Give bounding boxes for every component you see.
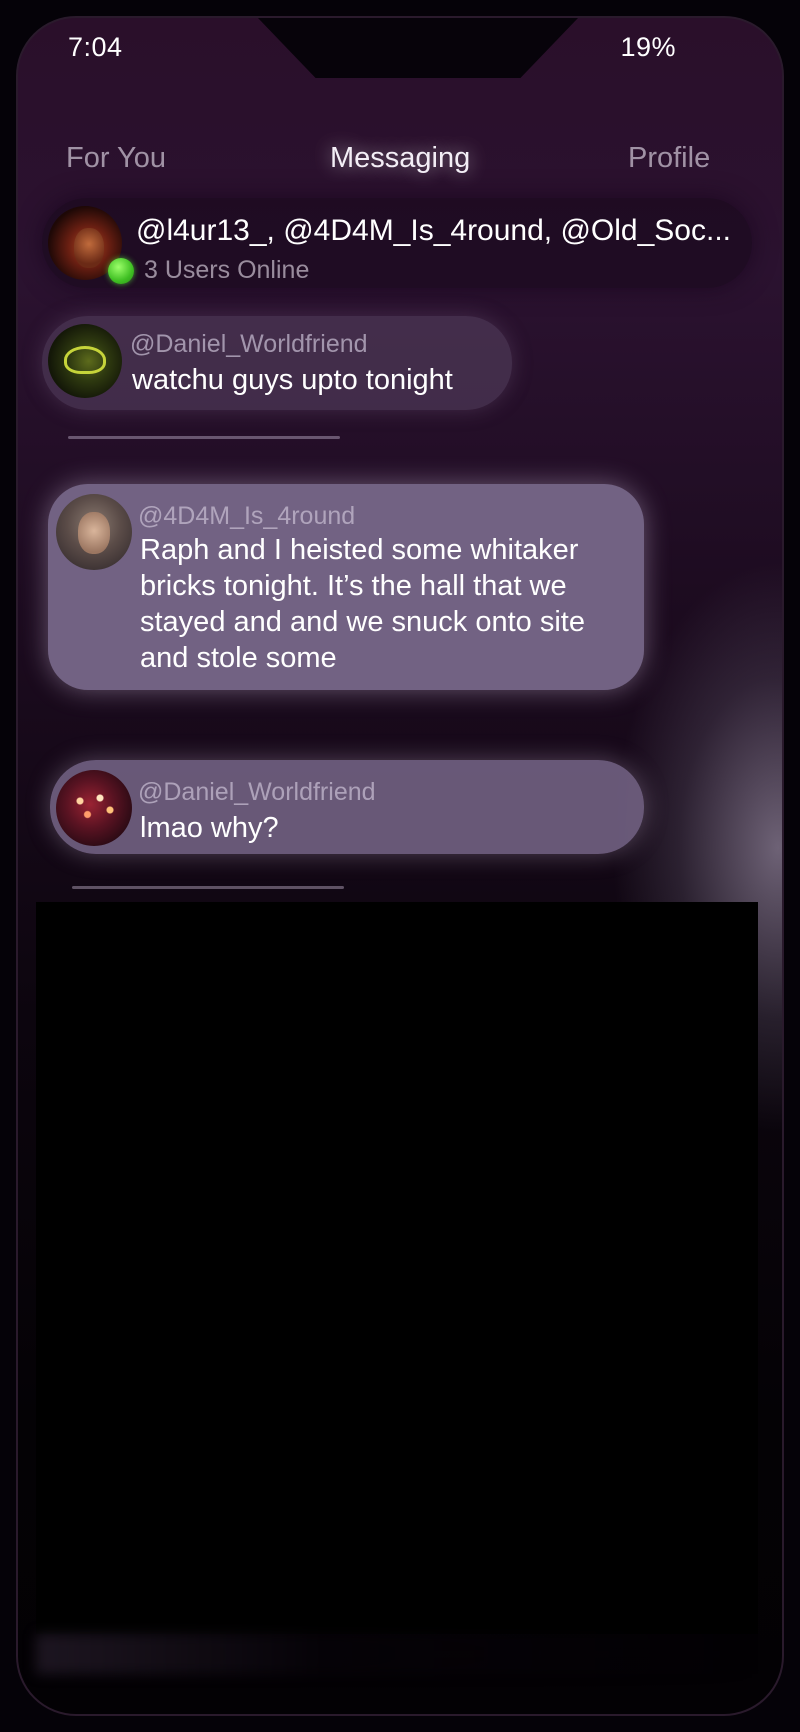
app-screen: 7:04 19% For You Messaging Profile @l4ur… [16,16,784,1716]
message-divider [72,886,344,889]
message-text: Raph and I heisted some whitaker bricks … [140,534,585,674]
message-divider [68,436,340,439]
message-text: lmao why? [140,812,279,844]
message-text: watchu guys upto tonight [132,364,453,396]
avatar-face [78,512,110,554]
status-battery: 19% [620,32,676,62]
message-sender-handle[interactable]: @4D4M_Is_4round [138,502,355,531]
tab-for-you[interactable]: For You [66,142,166,175]
avatar-emblem [64,346,106,374]
sender-avatar[interactable] [56,770,132,846]
message-sender-handle[interactable]: @Daniel_Worldfriend [138,778,376,807]
media-panel [36,902,758,1634]
online-users-count: 3 Users Online [144,256,310,284]
online-dot-icon [108,258,134,284]
avatar-face [74,228,104,268]
sender-avatar[interactable] [48,324,122,398]
media-panel-fade [36,1634,758,1674]
tab-profile[interactable]: Profile [628,142,710,175]
phone-frame: 7:04 19% For You Messaging Profile @l4ur… [0,0,800,1732]
group-members-label: @l4ur13_, @4D4M_Is_4round, @Old_Soc... [136,214,731,247]
device-notch [258,18,578,78]
sender-avatar[interactable] [56,494,132,570]
tab-messaging[interactable]: Messaging [330,142,470,175]
status-time: 7:04 [68,32,123,62]
avatar-lights [70,792,120,822]
message-sender-handle[interactable]: @Daniel_Worldfriend [130,330,368,359]
